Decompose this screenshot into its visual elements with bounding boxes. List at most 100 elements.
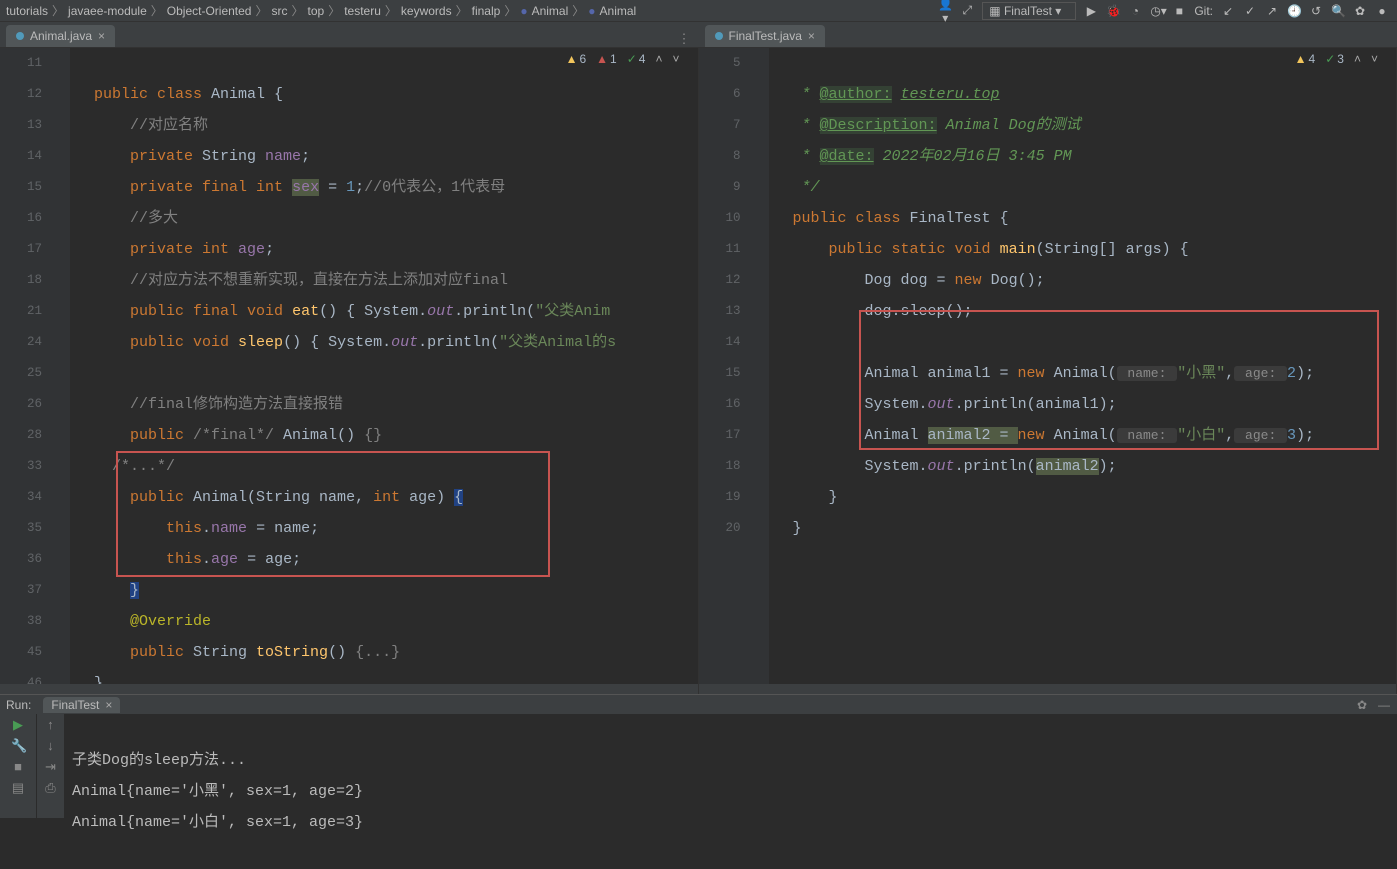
line-number[interactable]: 19 [699,482,741,513]
code-area-left[interactable]: public class Animal { //对应名称 private Str… [70,48,698,684]
print-icon[interactable]: ⎙ [44,781,58,796]
code-area-right[interactable]: * @author: testeru.top * @Description: A… [769,48,1397,684]
line-number[interactable]: 9 [699,172,741,203]
line-number[interactable]: 38 [0,606,42,637]
line-number[interactable]: 33 [0,451,42,482]
close-icon[interactable]: × [98,29,105,43]
git-rollback-icon[interactable]: ↺ [1309,4,1323,18]
run-tab-label: FinalTest [51,698,99,712]
line-number[interactable]: 15 [0,172,42,203]
scrollbar-horizontal-right[interactable] [699,684,1397,694]
breadcrumb-class[interactable]: Animal [520,4,568,18]
breadcrumb-item[interactable]: top [308,4,325,18]
scroll-down-icon[interactable]: ↓ [44,739,58,754]
user-icon[interactable]: 👤▾ [938,0,952,25]
line-number[interactable]: 25 [0,358,42,389]
line-number[interactable]: 11 [0,48,42,79]
close-icon[interactable]: × [105,698,112,712]
line-number[interactable]: 17 [699,420,741,451]
avatar-icon[interactable]: ● [1375,4,1389,18]
run-gutter-secondary: ↑ ↓ ⇥ ⎙ [36,714,64,818]
line-number[interactable]: 21 [0,296,42,327]
breadcrumb[interactable]: tutorials〉 javaee-module〉 Object-Oriente… [0,2,938,19]
git-push-icon[interactable]: ↗ [1265,4,1279,18]
line-number[interactable]: 46 [0,668,42,684]
debug-icon[interactable]: 🐞 [1106,4,1120,18]
line-number[interactable]: 28 [0,420,42,451]
gutter-left[interactable]: 11 12 13 14 15 16 17 18 21 24 25 26 28 3… [0,48,70,684]
breadcrumb-item[interactable]: testeru [344,4,381,18]
line-number[interactable]: 13 [0,110,42,141]
soft-wrap-icon[interactable]: ⇥ [44,760,58,775]
line-number[interactable]: 18 [0,265,42,296]
git-commit-icon[interactable]: ✓ [1243,4,1257,18]
line-number[interactable]: 35 [0,513,42,544]
line-number[interactable]: 15 [699,358,741,389]
line-number[interactable]: 11 [699,234,741,265]
tab-finaltest-java[interactable]: FinalTest.java × [705,25,825,47]
search-icon-top[interactable]: 🔍 [1331,4,1345,18]
line-number[interactable]: 36 [0,544,42,575]
line-number[interactable]: 20 [699,513,741,544]
minimize-icon[interactable]: — [1377,698,1391,712]
top-toolbar: tutorials〉 javaee-module〉 Object-Oriente… [0,0,1397,22]
line-number[interactable]: 12 [0,79,42,110]
breadcrumb-item[interactable]: finalp [472,4,501,18]
wrench-icon[interactable]: 🔧 [11,739,25,754]
breadcrumb-item[interactable]: javaee-module [68,4,147,18]
layout-icon[interactable]: ▤ [11,781,25,796]
line-number[interactable]: 17 [0,234,42,265]
breadcrumb-item[interactable]: tutorials [6,4,48,18]
coverage-icon[interactable]: ◔ [1128,4,1142,18]
line-number[interactable]: 5 [699,48,741,79]
git-label: Git: [1194,4,1213,18]
breadcrumb-method[interactable]: Animal [588,4,636,18]
line-number[interactable]: 26 [0,389,42,420]
line-number[interactable]: 34 [0,482,42,513]
git-update-icon[interactable]: ↙ [1221,4,1235,18]
editor-left[interactable]: 6 1 4 ˄ ˅ 11 12 13 14 15 16 17 18 21 24 … [0,48,699,694]
line-number[interactable]: 10 [699,203,741,234]
rerun-icon[interactable]: ▶ [11,718,25,733]
close-icon[interactable]: × [808,29,815,43]
run-config-select[interactable]: ▦ FinalTest ▾ [982,2,1076,20]
line-number[interactable]: 18 [699,451,741,482]
build-icon[interactable]: ⤢ [960,3,974,18]
gutter-right[interactable]: 5 6 7 8 9 10 11 12 13 14 15 16 17 18 19 … [699,48,769,684]
tab-animal-java[interactable]: Animal.java × [6,25,115,47]
editor-right[interactable]: 4 3 ˄ ˅ 5 6 7 8 9 10 11 12 13 14 15 16 1… [699,48,1397,694]
stop-icon[interactable]: ■ [11,760,25,775]
line-number[interactable]: 45 [0,637,42,668]
line-number[interactable]: 7 [699,110,741,141]
console-output[interactable]: 子类Dog的sleep方法... Animal{name='小黑', sex=1… [64,714,1397,818]
run-icon[interactable]: ▶ [1084,4,1098,18]
breadcrumb-item[interactable]: Object-Oriented [167,4,252,18]
line-number[interactable]: 12 [699,265,741,296]
breadcrumb-item[interactable]: src [272,4,288,18]
git-history-icon[interactable]: 🕘 [1287,4,1301,18]
line-number[interactable]: 24 [0,327,42,358]
breadcrumb-item[interactable]: keywords [401,4,452,18]
tab-overflow-icon[interactable]: ⋮ [678,32,691,47]
run-toolbar: Run: FinalTest × ✿ — [0,694,1397,714]
line-number[interactable]: 8 [699,141,741,172]
profile-icon[interactable]: ◷▾ [1150,4,1164,18]
line-number[interactable]: 14 [0,141,42,172]
line-number[interactable]: 37 [0,575,42,606]
line-number[interactable]: 6 [699,79,741,110]
line-number[interactable]: 16 [699,389,741,420]
console-line: Animal{name='小黑', sex=1, age=2} [72,783,363,800]
line-number[interactable]: 16 [0,203,42,234]
ide-settings-icon[interactable]: ✿ [1353,4,1367,18]
run-gutter-primary: ▶ 🔧 ■ ▤ [0,714,36,818]
run-tab[interactable]: FinalTest × [43,697,120,713]
run-console: ▶ 🔧 ■ ▤ ↑ ↓ ⇥ ⎙ 子类Dog的sleep方法... Animal{… [0,714,1397,818]
line-number[interactable]: 14 [699,327,741,358]
settings-icon[interactable]: ✿ [1355,698,1369,712]
line-number[interactable]: 13 [699,296,741,327]
scroll-up-icon[interactable]: ↑ [44,718,58,733]
stop-icon[interactable]: ■ [1172,4,1186,18]
scrollbar-horizontal-left[interactable] [0,684,698,694]
java-file-icon [715,32,723,40]
left-tab-row: Animal.java × ⋮ [0,22,699,48]
